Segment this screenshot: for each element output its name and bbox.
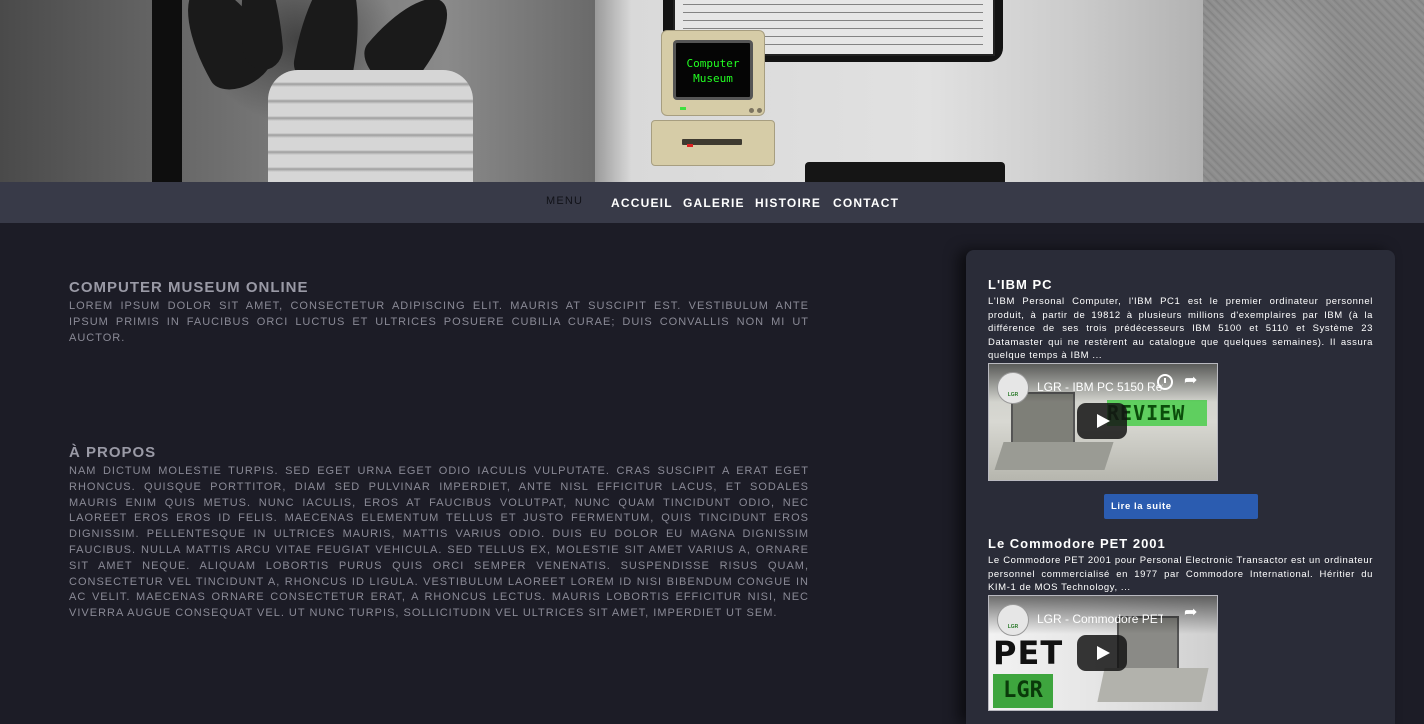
video-overlay-lgr: LGR bbox=[993, 674, 1053, 708]
section-title-about: À PROPOS bbox=[69, 444, 157, 461]
nav-link-accueil[interactable]: ACCUEIL bbox=[611, 196, 673, 210]
window-frame bbox=[152, 0, 182, 182]
card-title-commodore: Le Commodore PET 2001 bbox=[988, 536, 1166, 551]
pet-keyboard-image bbox=[1097, 668, 1209, 702]
card-text-ibm-pc: L'IBM Personal Computer, l'IBM PC1 est l… bbox=[988, 296, 1373, 361]
play-icon[interactable] bbox=[1077, 635, 1127, 671]
share-icon[interactable]: ➦ bbox=[1184, 370, 1197, 390]
plant-pot bbox=[268, 70, 473, 182]
card-text-commodore: Le Commodore PET 2001 pour Personal Elec… bbox=[988, 555, 1373, 593]
video-embed-ibm-pc[interactable]: REVIEW LGR LGR - IBM PC 5150 Review ➦ bbox=[988, 363, 1218, 481]
wall-texture bbox=[1203, 0, 1424, 182]
floppy-slot bbox=[805, 162, 1005, 182]
channel-avatar[interactable]: LGR bbox=[997, 604, 1029, 636]
card-title-ibm-pc: L'IBM PC bbox=[988, 277, 1053, 292]
plant-photo bbox=[0, 0, 595, 182]
knob-icon bbox=[749, 108, 754, 113]
section-text-museum: Lorem ipsum dolor sit amet, consectetur … bbox=[69, 300, 809, 344]
video-title[interactable]: LGR - Commodore PET 2001 bbox=[1037, 612, 1163, 626]
main-nav: MENU ACCUEIL GALERIE HISTOIRE CONTACT bbox=[0, 182, 1424, 223]
nav-menu-label: MENU bbox=[546, 195, 584, 207]
sidebar: L'IBM PC L'IBM Personal Computer, l'IBM … bbox=[966, 250, 1395, 724]
read-more-button[interactable]: Lire la suite bbox=[1104, 494, 1258, 519]
channel-avatar[interactable]: LGR bbox=[997, 372, 1029, 404]
video-title[interactable]: LGR - IBM PC 5150 Review bbox=[1037, 380, 1163, 394]
play-icon[interactable] bbox=[1077, 403, 1127, 439]
logo-base bbox=[651, 120, 775, 166]
logo-text-line1: Computer bbox=[686, 57, 740, 70]
share-icon[interactable]: ➦ bbox=[1184, 602, 1197, 622]
site-logo[interactable]: Computer Museum bbox=[650, 30, 775, 166]
nav-link-histoire[interactable]: HISTOIRE bbox=[755, 196, 821, 210]
section-text-about: Nam dictum molestie turpis. Sed eget urn… bbox=[69, 465, 809, 620]
video-embed-commodore[interactable]: PET LGR LGR LGR - Commodore PET 2001 ➦ bbox=[988, 595, 1218, 711]
nav-link-contact[interactable]: CONTACT bbox=[833, 196, 899, 210]
logo-screen: Computer Museum bbox=[673, 40, 753, 100]
clock-icon[interactable] bbox=[1157, 374, 1173, 390]
section-title-museum: COMPUTER MUSEUM ONLINE bbox=[69, 279, 309, 296]
ibm-keyboard-image bbox=[994, 442, 1114, 470]
logo-monitor: Computer Museum bbox=[661, 30, 765, 116]
nav-link-galerie[interactable]: GALERIE bbox=[683, 196, 745, 210]
header-banner: Computer Museum bbox=[0, 0, 1424, 182]
logo-text-line2: Museum bbox=[693, 72, 733, 85]
video-overlay-pet: PET bbox=[993, 634, 1064, 672]
power-led bbox=[680, 107, 686, 110]
knob-icon bbox=[757, 108, 762, 113]
